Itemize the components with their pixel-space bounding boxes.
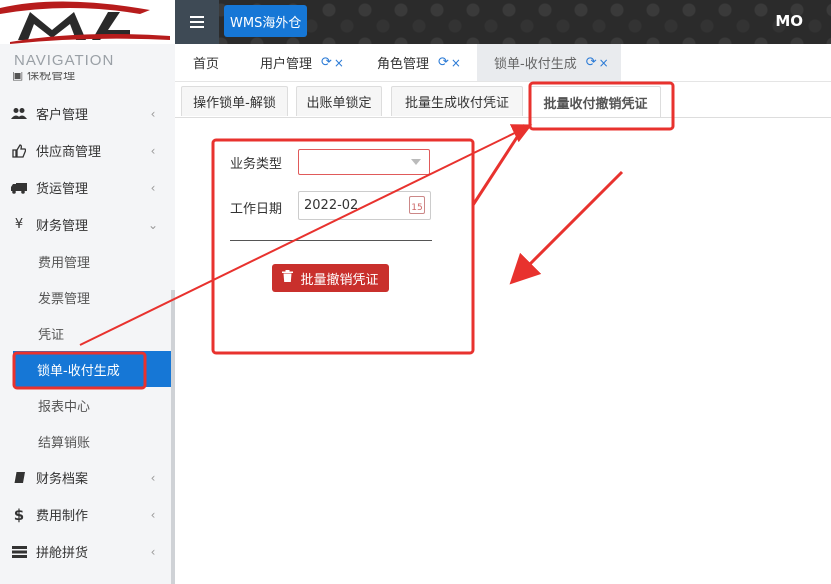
sidebar-item-label: 费用制作 xyxy=(36,509,89,524)
divider xyxy=(230,240,432,241)
business-type-label: 业务类型 xyxy=(230,157,283,172)
work-date-value: 2022-02 xyxy=(304,198,359,213)
subtab-batch-generate[interactable]: 批量生成收付凭证 xyxy=(391,86,523,116)
close-icon[interactable]: × xyxy=(451,56,461,70)
book-icon xyxy=(10,471,28,485)
business-type-select[interactable] xyxy=(298,149,430,175)
caret-down-icon xyxy=(411,159,421,165)
close-icon[interactable]: × xyxy=(599,56,609,70)
hamburger-icon xyxy=(190,16,204,28)
sidebar-item-suppliers[interactable]: 供应商管理 ‹ xyxy=(0,132,175,169)
trash-icon xyxy=(282,270,294,286)
refresh-icon[interactable]: ⟳ xyxy=(321,55,332,70)
sidebar-item-customers[interactable]: 客户管理 ‹ xyxy=(0,95,175,132)
arrow-to-content xyxy=(509,170,624,285)
tab-role-management[interactable]: 角色管理 ⟳ × xyxy=(377,44,461,81)
tab-home[interactable]: 首页 xyxy=(193,44,219,81)
menu-toggle-button[interactable] xyxy=(175,0,219,44)
tab-strip: 首页 用户管理 ⟳ × 角色管理 ⟳ × 锁单-收付生成 ⟳ × xyxy=(175,44,831,82)
chevron-left-icon: ‹ xyxy=(150,544,156,559)
subtab-lock-unlock[interactable]: 操作锁单-解锁 xyxy=(181,86,288,116)
chevron-left-icon: ‹ xyxy=(150,507,156,522)
sub-tabs: 操作锁单-解锁 出账单锁定 批量生成收付凭证 批量收付撤销凭证 xyxy=(175,81,831,118)
sidebar-item-finance-archive[interactable]: 财务档案 ‹ xyxy=(0,459,175,496)
arrow-from-form xyxy=(471,124,527,206)
chevron-left-icon: ‹ xyxy=(150,470,156,485)
sidebar-subitem-vouchers[interactable]: 凭证 xyxy=(0,315,175,351)
sidebar-item-consolidation[interactable]: 拼舱拼货 ‹ xyxy=(0,533,175,570)
sidebar-item-label: 财务档案 xyxy=(36,472,89,487)
chevron-left-icon: ‹ xyxy=(150,180,156,195)
yen-icon: ¥ xyxy=(14,217,24,232)
sidebar-subitem-fees[interactable]: 费用管理 xyxy=(0,243,175,279)
server-icon xyxy=(10,545,28,558)
refresh-icon[interactable]: ⟳ xyxy=(586,55,597,70)
chevron-left-icon: ‹ xyxy=(150,106,156,121)
sidebar-item-label: 货运管理 xyxy=(36,182,89,197)
sidebar-item-freight[interactable]: 货运管理 ‹ xyxy=(0,169,175,206)
sidebar-scrollbar[interactable] xyxy=(171,290,175,584)
sidebar-item-label: 财务管理 xyxy=(36,219,89,234)
sidebar-menu: 客户管理 ‹ 供应商管理 ‹ 货运管理 ‹ ¥ 财务管理 ⌄ 费用管理 发票管理… xyxy=(0,95,175,570)
top-bar: WMS海外仓 MO xyxy=(175,0,831,44)
refresh-icon[interactable]: ⟳ xyxy=(438,55,449,70)
sidebar-item-label: 拼舱拼货 xyxy=(36,546,89,561)
work-date-label: 工作日期 xyxy=(230,202,283,217)
sidebar-item-label: 客户管理 xyxy=(36,108,89,123)
sidebar-subitem-settlement[interactable]: 结算销账 xyxy=(0,423,175,459)
tab-label: 锁单-收付生成 xyxy=(494,57,577,72)
users-icon xyxy=(10,107,28,120)
batch-revoke-label: 批量撤销凭证 xyxy=(300,272,379,288)
revoke-form: 业务类型 工作日期 2022-02 15 批量撤销凭证 xyxy=(215,140,473,352)
thumbs-up-icon xyxy=(10,143,28,158)
sidebar-item-cut[interactable]: ▣ 保税管理 xyxy=(12,72,122,82)
company-logo xyxy=(0,0,175,44)
user-name[interactable]: MO xyxy=(775,12,803,30)
sidebar-subitem-reports[interactable]: 报表中心 xyxy=(0,387,175,423)
chevron-down-icon: ⌄ xyxy=(147,217,159,232)
work-date-input[interactable]: 2022-02 15 xyxy=(298,191,431,220)
sidebar-item-label: 供应商管理 xyxy=(36,145,102,160)
sidebar-subitem-lock-order[interactable]: 锁单-收付生成 xyxy=(13,351,175,387)
subtab-batch-revoke[interactable]: 批量收付撤销凭证 xyxy=(530,86,661,117)
tab-label: 角色管理 xyxy=(377,57,430,72)
chevron-left-icon: ‹ xyxy=(150,143,156,158)
tab-label: 用户管理 xyxy=(260,57,313,72)
app-title-button[interactable]: WMS海外仓 xyxy=(224,5,308,37)
tab-user-management[interactable]: 用户管理 ⟳ × xyxy=(260,44,344,81)
dollar-icon: $ xyxy=(13,505,25,524)
nav-title: NAVIGATION xyxy=(14,52,115,69)
sidebar-item-fee-making[interactable]: $ 费用制作 ‹ xyxy=(0,496,175,533)
calendar-icon[interactable]: 15 xyxy=(409,196,425,214)
truck-icon xyxy=(10,182,28,194)
close-icon[interactable]: × xyxy=(334,56,344,70)
sidebar: NAVIGATION ▣ 保税管理 客户管理 ‹ 供应商管理 ‹ 货运管理 ‹ xyxy=(0,0,175,584)
sidebar-item-finance[interactable]: ¥ 财务管理 ⌄ xyxy=(0,206,175,243)
tab-label: 首页 xyxy=(193,57,220,72)
subtab-bill-lock[interactable]: 出账单锁定 xyxy=(296,86,382,116)
tab-lock-order[interactable]: 锁单-收付生成 ⟳ × xyxy=(477,44,621,81)
batch-revoke-button[interactable]: 批量撤销凭证 xyxy=(272,264,389,292)
sidebar-subitem-invoices[interactable]: 发票管理 xyxy=(0,279,175,315)
finance-submenu: 费用管理 发票管理 凭证 锁单-收付生成 报表中心 结算销账 xyxy=(0,243,175,459)
